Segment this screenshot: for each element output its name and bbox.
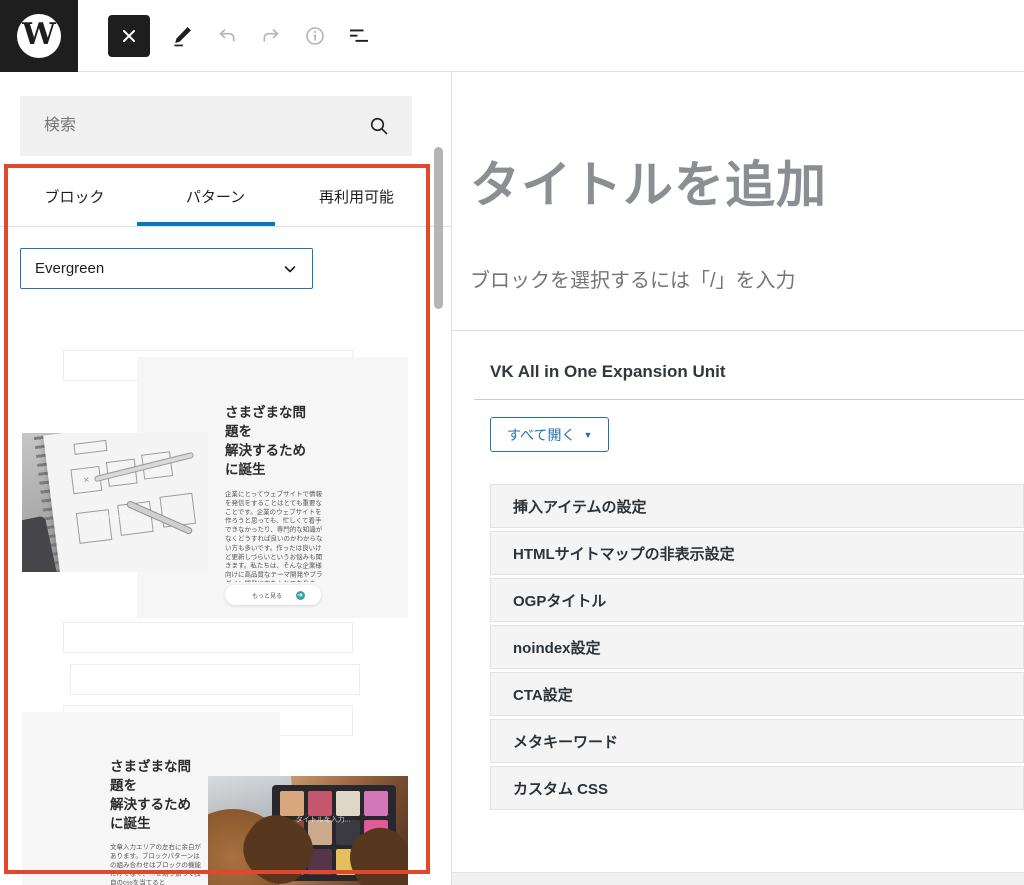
inserter-tabbar: ブロック パターン 再利用可能 (4, 165, 427, 227)
pattern-empty-block (63, 622, 353, 653)
post-title-placeholder[interactable]: タイトルを追加 (470, 157, 827, 213)
wordpress-logo-letter: W (22, 20, 56, 50)
canvas-bottom-edge (452, 872, 1024, 885)
editor-canvas: タイトルを追加 ブロックを選択するには「/」を入力 VK All in One … (452, 72, 1024, 885)
caret-down-icon: ▼ (583, 430, 592, 440)
block-inserter-panel: ブロック パターン 再利用可能 Evergreen (0, 72, 451, 885)
pattern-empty-block (70, 664, 360, 695)
accordion-item-label: HTMLサイトマップの非表示設定 (513, 543, 735, 564)
wordpress-block-editor: W (0, 0, 1024, 885)
block-inserter-toggle-button[interactable] (108, 15, 150, 57)
wordpress-menu-button[interactable]: W (0, 0, 78, 72)
expand-all-label: すべて開く (507, 425, 575, 445)
pattern2-paragraph: 文章入力エリアの左右に余白があります。ブロックパターンはの組み合わせはブロックの… (110, 843, 202, 885)
accordion-item-label: OGPタイトル (513, 590, 606, 611)
editor-top-bar: W (0, 0, 1024, 72)
chevron-down-icon (280, 259, 300, 279)
accordion-item[interactable]: カスタム CSS (490, 766, 1024, 810)
info-icon[interactable] (303, 24, 327, 48)
active-tab-underline (137, 222, 275, 226)
more-button-label: もっと見る (252, 591, 282, 600)
pattern1-more-button[interactable]: もっと見る ➜ (225, 585, 321, 605)
wordpress-logo-icon: W (17, 14, 61, 58)
pattern-category-select[interactable]: Evergreen (20, 248, 313, 289)
search-box (20, 96, 412, 156)
accordion-item-label: カスタム CSS (513, 778, 608, 799)
list-view-icon[interactable] (347, 24, 371, 48)
sidebar-main-divider (451, 72, 452, 885)
pattern1-image-overlay-text: タイトルを入力... (86, 512, 141, 523)
tab-blocks[interactable]: ブロック (4, 165, 145, 227)
pattern1-notebook-image[interactable]: タイトルを入力... (22, 433, 208, 572)
accordion-item[interactable]: OGPタイトル (490, 578, 1024, 622)
expand-all-button[interactable]: すべて開く ▼ (490, 417, 609, 452)
accordion-item-label: noindex設定 (513, 637, 601, 658)
pattern2-heading: さまざまな問 題を 解決するため に誕生 (110, 757, 210, 833)
metabox-accordion: 挿入アイテムの設定 HTMLサイトマップの非表示設定 OGPタイトル noindex設… (490, 484, 1024, 813)
accordion-item[interactable]: メタキーワード (490, 719, 1024, 763)
tab-reusable[interactable]: 再利用可能 (286, 165, 427, 227)
post-body-placeholder[interactable]: ブロックを選択するには「/」を入力 (470, 264, 796, 293)
edit-pencil-icon[interactable] (171, 24, 195, 48)
tab-patterns[interactable]: パターン (145, 165, 286, 227)
accordion-item[interactable]: CTA設定 (490, 672, 1024, 716)
accordion-item[interactable]: HTMLサイトマップの非表示設定 (490, 531, 1024, 575)
sidebar-scrollbar-thumb[interactable] (434, 147, 443, 309)
search-icon (368, 115, 390, 137)
accordion-item-label: メタキーワード (513, 731, 618, 752)
redo-icon[interactable] (259, 24, 283, 48)
tabbar-divider (0, 226, 451, 227)
arrow-circle-icon: ➜ (296, 591, 305, 600)
undo-icon[interactable] (215, 24, 239, 48)
metabox-title: VK All in One Expansion Unit (490, 362, 726, 382)
accordion-item-label: CTA設定 (513, 684, 573, 705)
pattern2-image-overlay-text: タイトルを入力... (296, 813, 351, 824)
accordion-item[interactable]: 挿入アイテムの設定 (490, 484, 1024, 528)
close-icon (119, 26, 139, 46)
accordion-item-label: 挿入アイテムの設定 (513, 496, 647, 517)
metabox-separator (452, 330, 1024, 331)
metabox-title-divider (474, 399, 1024, 400)
pattern2-tablet-image[interactable]: タイトルを入力... (208, 776, 408, 885)
accordion-item[interactable]: noindex設定 (490, 625, 1024, 669)
search-input[interactable] (44, 96, 364, 156)
pattern1-heading: さまざまな問 題を 解決するため に誕生 (225, 403, 325, 479)
pattern-category-value: Evergreen (35, 260, 104, 277)
pattern1-paragraph: 企業にとってウェブサイトで情報を発信をすることはとても重要なことです。企業のウェ… (225, 490, 323, 582)
